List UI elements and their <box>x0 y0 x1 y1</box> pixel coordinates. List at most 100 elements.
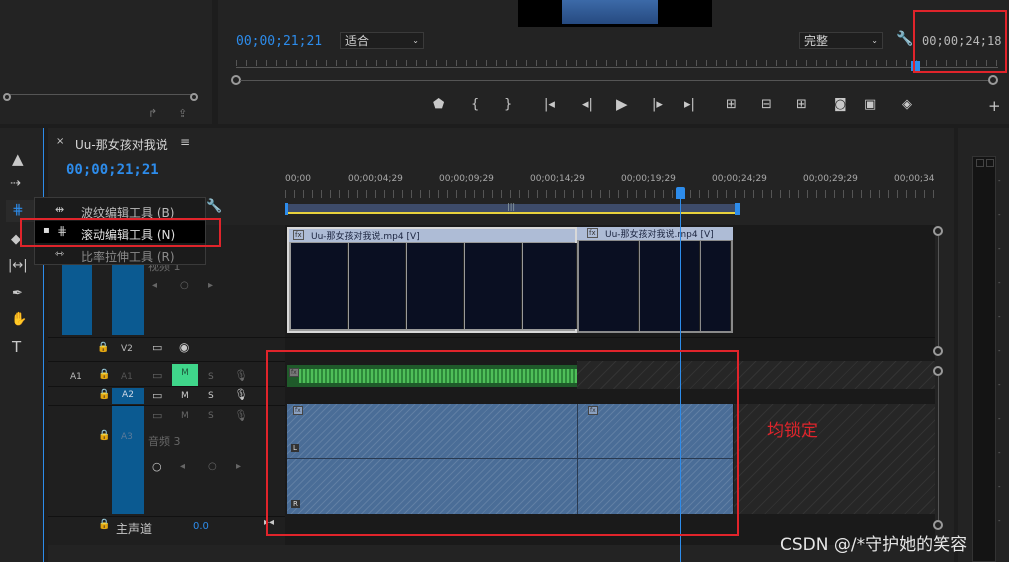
a3-target-block[interactable]: A3 <box>112 406 144 514</box>
highlight-timecode-box <box>913 10 1007 73</box>
next-keyframe-icon[interactable]: ▸ <box>208 280 213 291</box>
master-track-label: 主声道 <box>116 522 153 536</box>
mute-button-a3[interactable]: M <box>181 411 189 421</box>
master-volume[interactable]: 0.0 <box>193 521 209 532</box>
ruler-tick-1: 00;00;04;29 <box>348 174 403 184</box>
mute-button-a2[interactable]: M <box>181 391 189 401</box>
insert-icon[interactable]: ⊞ <box>796 97 807 112</box>
solo-button-a1[interactable]: S <box>208 372 214 382</box>
lift-icon[interactable]: ⊞ <box>726 97 737 112</box>
keyframe-toggle-icon[interactable]: ○ <box>152 460 162 473</box>
pen-tool-icon[interactable]: ✒ <box>12 286 23 301</box>
sequence-tab[interactable]: Uu-那女孩对我说 <box>75 136 168 153</box>
extract-icon[interactable]: ⊟ <box>761 97 772 112</box>
wrench-icon[interactable]: 🔧 <box>896 31 913 47</box>
add-button-icon[interactable]: + <box>988 97 1001 115</box>
scroll-handle-left[interactable] <box>3 93 11 101</box>
filmstrip-icon[interactable]: ▭ <box>152 341 162 354</box>
add-marker-icon[interactable]: ⬟ <box>433 97 444 112</box>
solo-button-a3[interactable]: S <box>208 411 214 421</box>
track-v2-label[interactable]: V2 <box>121 344 133 354</box>
menu-item-rate-stretch[interactable]: ⇿ 比率拉伸工具 (R) <box>35 244 205 264</box>
video-clip-1[interactable]: fx Uu-那女孩对我说.mp4 [V] <box>287 227 577 333</box>
eye-icon[interactable]: ◉ <box>179 340 189 354</box>
track-select-icon[interactable]: ⇢ <box>10 176 21 191</box>
source-a1-label[interactable]: A1 <box>70 372 82 382</box>
next-keyframe-icon[interactable]: ▸ <box>236 461 241 472</box>
tools-panel: ▲ ⇢ ⋕ ◆ |↔| ✒ ✋ T <box>0 128 44 562</box>
source-scrollbar[interactable] <box>6 94 196 100</box>
prev-keyframe-icon[interactable]: ◂ <box>152 280 157 291</box>
work-area-end-handle[interactable] <box>735 203 740 215</box>
solo-button-a2[interactable]: S <box>208 391 214 401</box>
go-to-out-icon[interactable]: ▸| <box>684 97 695 112</box>
play-icon[interactable]: ▶ <box>616 95 628 113</box>
lock-icon[interactable]: 🔒 <box>98 430 110 441</box>
lock-annotation: 均锁定 <box>767 421 818 441</box>
quality-value: 完整 <box>804 34 829 48</box>
ripple-edit-icon: ⇹ <box>55 203 65 216</box>
zoom-handle[interactable] <box>933 366 943 376</box>
add-keyframe-icon[interactable]: ○ <box>180 280 189 291</box>
lock-icon[interactable]: 🔒 <box>97 342 109 353</box>
track-a3-label: A3 <box>121 432 133 442</box>
type-tool-icon[interactable]: T <box>12 338 21 356</box>
mark-in-icon[interactable]: { <box>471 97 479 112</box>
microphone-icon[interactable]: 🎙 <box>234 369 248 382</box>
work-area-grip-icon: ||| <box>507 202 516 211</box>
scroll-handle-right[interactable] <box>190 93 198 101</box>
work-area-start-handle[interactable] <box>285 203 288 215</box>
compare-icon[interactable]: ▣ <box>864 97 876 112</box>
selection-tool-icon[interactable]: ▲ <box>12 150 24 168</box>
clip-header: fx Uu-那女孩对我说.mp4 [V] <box>289 229 575 242</box>
menu-item-ripple-edit[interactable]: ⇹ 波纹编辑工具 (B) <box>35 200 205 220</box>
vr-icon[interactable]: ◈ <box>902 97 912 112</box>
slip-tool-icon[interactable]: |↔| <box>8 258 28 273</box>
highlight-tool-box <box>20 218 221 247</box>
insert-icon[interactable]: ↱ <box>148 107 157 120</box>
track-a1-label[interactable]: A1 <box>121 372 133 382</box>
preview-image <box>518 0 712 27</box>
filmstrip-icon[interactable]: ▭ <box>152 369 162 382</box>
mute-button-a1[interactable]: M <box>172 364 198 386</box>
program-scrubber[interactable] <box>236 58 998 76</box>
fit-dropdown[interactable]: 适合 ⌄ <box>340 32 424 49</box>
ruler-tick-2: 00;00;09;29 <box>439 174 494 184</box>
track-a2-label[interactable]: A2 <box>112 388 144 404</box>
source-panel: ↱ ⇪ <box>0 0 212 124</box>
mark-out-icon[interactable]: } <box>504 97 512 112</box>
program-monitor: 00;00;21;21 适合 ⌄ 完整 ⌄ 🔧 00;00;24;18 ⬟ { … <box>218 0 1009 124</box>
camera-icon[interactable]: ◙ <box>834 97 847 112</box>
microphone-icon[interactable]: 🎙 <box>234 388 248 401</box>
step-forward-icon[interactable]: |▸ <box>652 97 663 112</box>
lock-icon[interactable]: 🔒 <box>98 389 110 400</box>
zoom-handle[interactable] <box>933 346 943 356</box>
menu-icon[interactable]: ≡ <box>180 135 190 149</box>
add-keyframe-icon[interactable]: ○ <box>208 461 217 472</box>
program-timecode[interactable]: 00;00;21;21 <box>236 34 322 49</box>
filmstrip-icon[interactable]: ▭ <box>152 389 162 402</box>
fit-value: 适合 <box>345 34 370 48</box>
chevron-down-icon: ⌄ <box>871 36 878 45</box>
lock-icon[interactable]: 🔒 <box>98 369 110 380</box>
lock-icon[interactable]: 🔒 <box>98 519 110 530</box>
sequence-timecode[interactable]: 00;00;21;21 <box>66 162 159 178</box>
zoom-handle[interactable] <box>933 226 943 236</box>
step-back-icon[interactable]: ◂| <box>582 97 593 112</box>
export-frame-icon[interactable]: ⇪ <box>178 107 187 120</box>
microphone-icon[interactable]: 🎙 <box>234 409 248 422</box>
go-to-in-icon[interactable]: |◂ <box>544 97 555 112</box>
clip-1-label: Uu-那女孩对我说.mp4 [V] <box>311 232 420 242</box>
a3-track-name: 音频 3 <box>148 435 181 448</box>
quality-dropdown[interactable]: 完整 ⌄ <box>799 32 883 49</box>
wrench-icon[interactable]: 🔧 <box>206 199 222 214</box>
prev-keyframe-icon[interactable]: ◂ <box>180 461 185 472</box>
work-area-bar[interactable]: ||| <box>285 202 737 214</box>
hand-tool-icon[interactable]: ✋ <box>11 312 27 327</box>
zoom-handle[interactable] <box>933 520 943 530</box>
filmstrip-icon[interactable]: ▭ <box>152 409 162 422</box>
ruler-tick-3: 00;00;14;29 <box>530 174 585 184</box>
scroll-handle-right[interactable] <box>988 75 998 85</box>
video-clip-2[interactable]: fx Uu-那女孩对我说.mp4 [V] <box>577 227 733 333</box>
close-icon[interactable]: × <box>56 136 64 147</box>
